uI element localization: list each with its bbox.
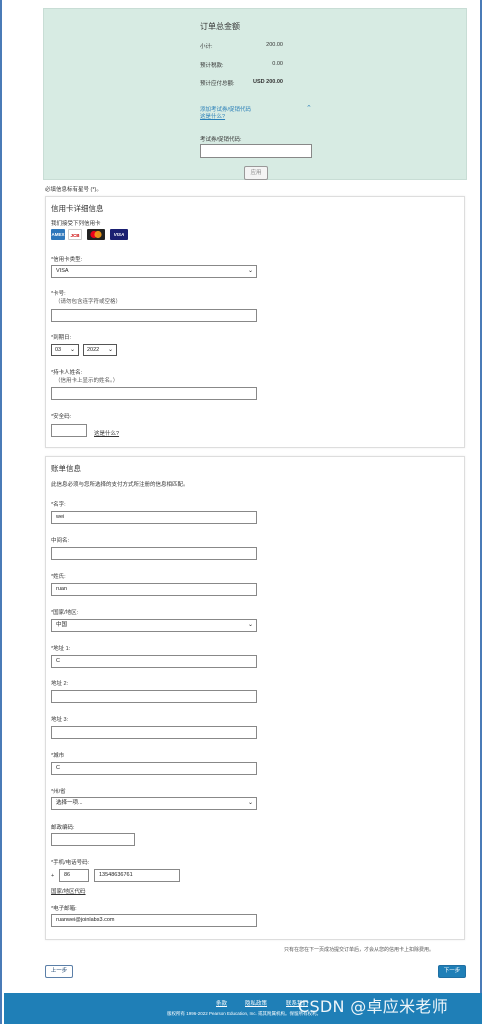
chevron-down-icon: ⌄	[247, 800, 253, 806]
middle-name-input[interactable]	[51, 547, 257, 560]
country-code-link[interactable]: 国家/地区代码	[51, 887, 86, 895]
card-type-label: *信用卡类型:	[51, 257, 83, 263]
chevron-down-icon: ⌄	[247, 268, 253, 274]
cardholder-input[interactable]	[51, 387, 257, 400]
expiry-year-select[interactable]: 2022 ⌄	[83, 344, 117, 356]
address3-label: 地址 3:	[51, 717, 69, 723]
chevron-down-icon: ⌄	[107, 347, 113, 353]
card-type-value: VISA	[56, 268, 69, 274]
country-select[interactable]: 中国 ⌄	[51, 619, 257, 632]
expiry-month-value: 03	[55, 347, 62, 353]
cvv-input[interactable]	[51, 424, 87, 437]
chevron-down-icon: ⌄	[247, 622, 253, 628]
promo-what-is-this-link[interactable]: 这是什么?	[200, 112, 225, 120]
address1-label: *地址 1:	[51, 646, 71, 652]
address1-input[interactable]: C	[51, 655, 257, 668]
expiry-label: *到期日:	[51, 335, 72, 341]
card-number-label: *卡号:	[51, 291, 66, 297]
footer-link-privacy[interactable]: 隐私政策	[245, 999, 267, 1007]
footer-link-terms[interactable]: 条款	[216, 999, 227, 1007]
promo-code-label: 考试券/促销代码:	[200, 137, 242, 143]
billing-note: 此信息必须与您所选择的支付方式所注册的信息相匹配。	[51, 482, 189, 488]
cvv-label: *安全码:	[51, 414, 72, 420]
province-select[interactable]: 选择一项... ⌄	[51, 797, 257, 810]
chevron-up-icon[interactable]: ⌃	[306, 104, 312, 112]
apply-button[interactable]: 应用	[244, 166, 268, 180]
tax-value: 0.00	[272, 61, 283, 67]
chevron-down-icon: ⌄	[69, 347, 75, 353]
jcb-icon: JCB	[68, 229, 82, 240]
cardholder-hint: （信用卡上显示的姓名。）	[55, 378, 119, 384]
order-summary-title: 订单总金额	[200, 22, 240, 31]
province-label: *州/省	[51, 789, 66, 795]
promo-code-input[interactable]	[200, 144, 312, 158]
country-value: 中国	[56, 622, 68, 628]
address3-input[interactable]	[51, 726, 257, 739]
email-input[interactable]: ruanwei@joinlabs3.com	[51, 914, 257, 927]
charge-note: 只有在您在下一页成功提交订单后，才会从您的信用卡上扣除费用。	[284, 947, 435, 953]
billing-section: 账单信息 此信息必须与您所选择的支付方式所注册的信息相匹配。 *名字: wei …	[45, 456, 465, 940]
first-name-input[interactable]: wei	[51, 511, 257, 524]
postal-code-label: 邮政编码:	[51, 825, 75, 831]
email-label: *电子邮箱:	[51, 906, 77, 912]
total-value: USD 200.00	[253, 79, 283, 85]
previous-step-button[interactable]: 上一步	[45, 965, 73, 978]
credit-card-heading: 信用卡详细信息	[51, 204, 104, 213]
amex-icon: AMEX	[51, 229, 65, 240]
tax-label: 预计税款:	[200, 63, 224, 69]
province-value: 选择一项...	[56, 800, 83, 806]
card-type-select[interactable]: VISA ⌄	[51, 265, 257, 278]
card-number-hint: （请勿包含连字符或空格）	[55, 299, 122, 305]
address2-input[interactable]	[51, 690, 257, 703]
city-label: *城市	[51, 753, 65, 759]
mastercard-icon	[87, 229, 105, 240]
csdn-watermark: CSDN @卓应米老师	[298, 997, 449, 1016]
postal-code-input[interactable]	[51, 833, 135, 846]
expiry-month-select[interactable]: 03 ⌄	[51, 344, 79, 356]
first-name-label: *名字:	[51, 502, 66, 508]
expiry-year-value: 2022	[87, 347, 100, 353]
last-name-label: *姓氏:	[51, 574, 66, 580]
middle-name-label: 中间名:	[51, 538, 70, 544]
last-name-input[interactable]: ruan	[51, 583, 257, 596]
phone-plus-sign: +	[51, 873, 55, 879]
subtotal-label: 小计:	[200, 44, 213, 50]
billing-heading: 账单信息	[51, 464, 81, 473]
required-note: 必填信息标有星号 (*)。	[45, 187, 102, 193]
next-step-button[interactable]: 下一步	[438, 965, 466, 978]
subtotal-value: 200.00	[266, 42, 283, 48]
address2-label: 地址 2:	[51, 681, 69, 687]
page-frame: 订单总金额 小计: 200.00 预计税款: 0.00 预计应付总额: USD …	[0, 0, 482, 1024]
phone-number-input[interactable]: 13548636761	[94, 869, 180, 882]
card-number-input[interactable]	[51, 309, 257, 322]
country-label: *国家/地区:	[51, 610, 79, 616]
order-summary-panel: 订单总金额 小计: 200.00 预计税款: 0.00 预计应付总额: USD …	[43, 8, 467, 180]
visa-icon: VISA	[110, 229, 128, 240]
credit-card-section: 信用卡详细信息 我们接受下列信用卡 AMEX JCB VISA *信用卡类型: …	[45, 196, 465, 448]
city-input[interactable]: C	[51, 762, 257, 775]
phone-label: *手机/电话号码:	[51, 860, 90, 866]
cvv-what-is-this-link[interactable]: 这是什么?	[94, 429, 119, 437]
cardholder-label: *持卡人姓名:	[51, 370, 83, 376]
accepted-cards-label: 我们接受下列信用卡	[51, 221, 101, 227]
phone-country-code-input[interactable]: 86	[59, 869, 89, 882]
